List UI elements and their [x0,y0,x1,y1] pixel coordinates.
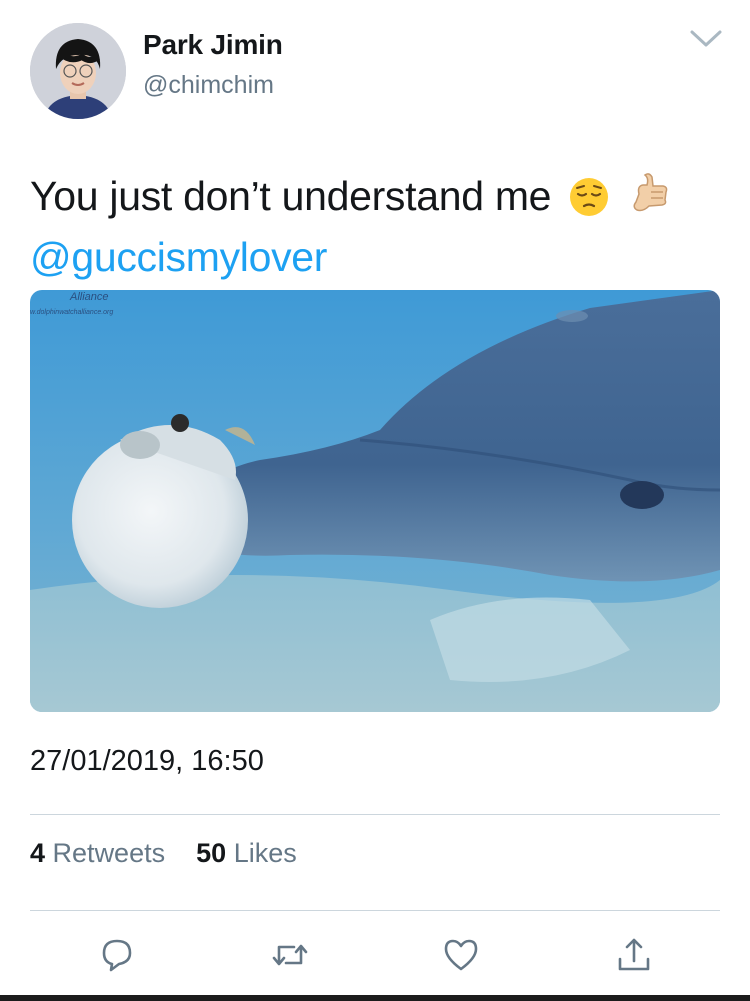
retweets-count: 4 [30,838,46,868]
retweets-stat[interactable]: 4 Retweets [30,838,173,868]
display-name[interactable]: Park Jimin [143,29,283,61]
watermark-line1: Alliance [69,291,109,303]
avatar[interactable] [30,23,126,119]
tweet-text: You just don’t understand me @guccismylo… [30,170,730,284]
call-me-hand-icon [627,172,673,231]
watermark-line2: w.dolphinwatchalliance.org [30,309,113,316]
divider [30,910,720,911]
user-handle[interactable]: @chimchim [143,71,274,100]
tweet-body: You just don’t understand me [30,173,552,219]
chevron-down-icon[interactable] [688,28,724,50]
likes-stat[interactable]: 50 Likes [196,838,297,868]
divider [30,814,720,815]
tweet-image[interactable]: Alliance w.dolphinwatchalliance.org [30,290,720,712]
tweet-stats: 4 Retweets 50 Likes [30,838,297,869]
share-icon[interactable] [614,935,654,975]
likes-count: 50 [196,838,227,868]
retweets-label: Retweets [52,838,166,868]
avatar-image [30,23,126,119]
like-icon[interactable] [441,935,481,975]
reply-icon[interactable] [97,935,137,975]
retweet-icon[interactable] [270,935,310,975]
mention-link[interactable]: @guccismylover [30,234,327,280]
likes-label: Likes [233,838,297,868]
pensive-face-icon [568,176,610,231]
tweet-timestamp[interactable]: 27/01/2019, 16:50 [30,745,264,778]
dolphin-pufferfish-photo: Alliance w.dolphinwatchalliance.org [30,290,720,712]
screen-bottom-edge [0,995,750,1001]
